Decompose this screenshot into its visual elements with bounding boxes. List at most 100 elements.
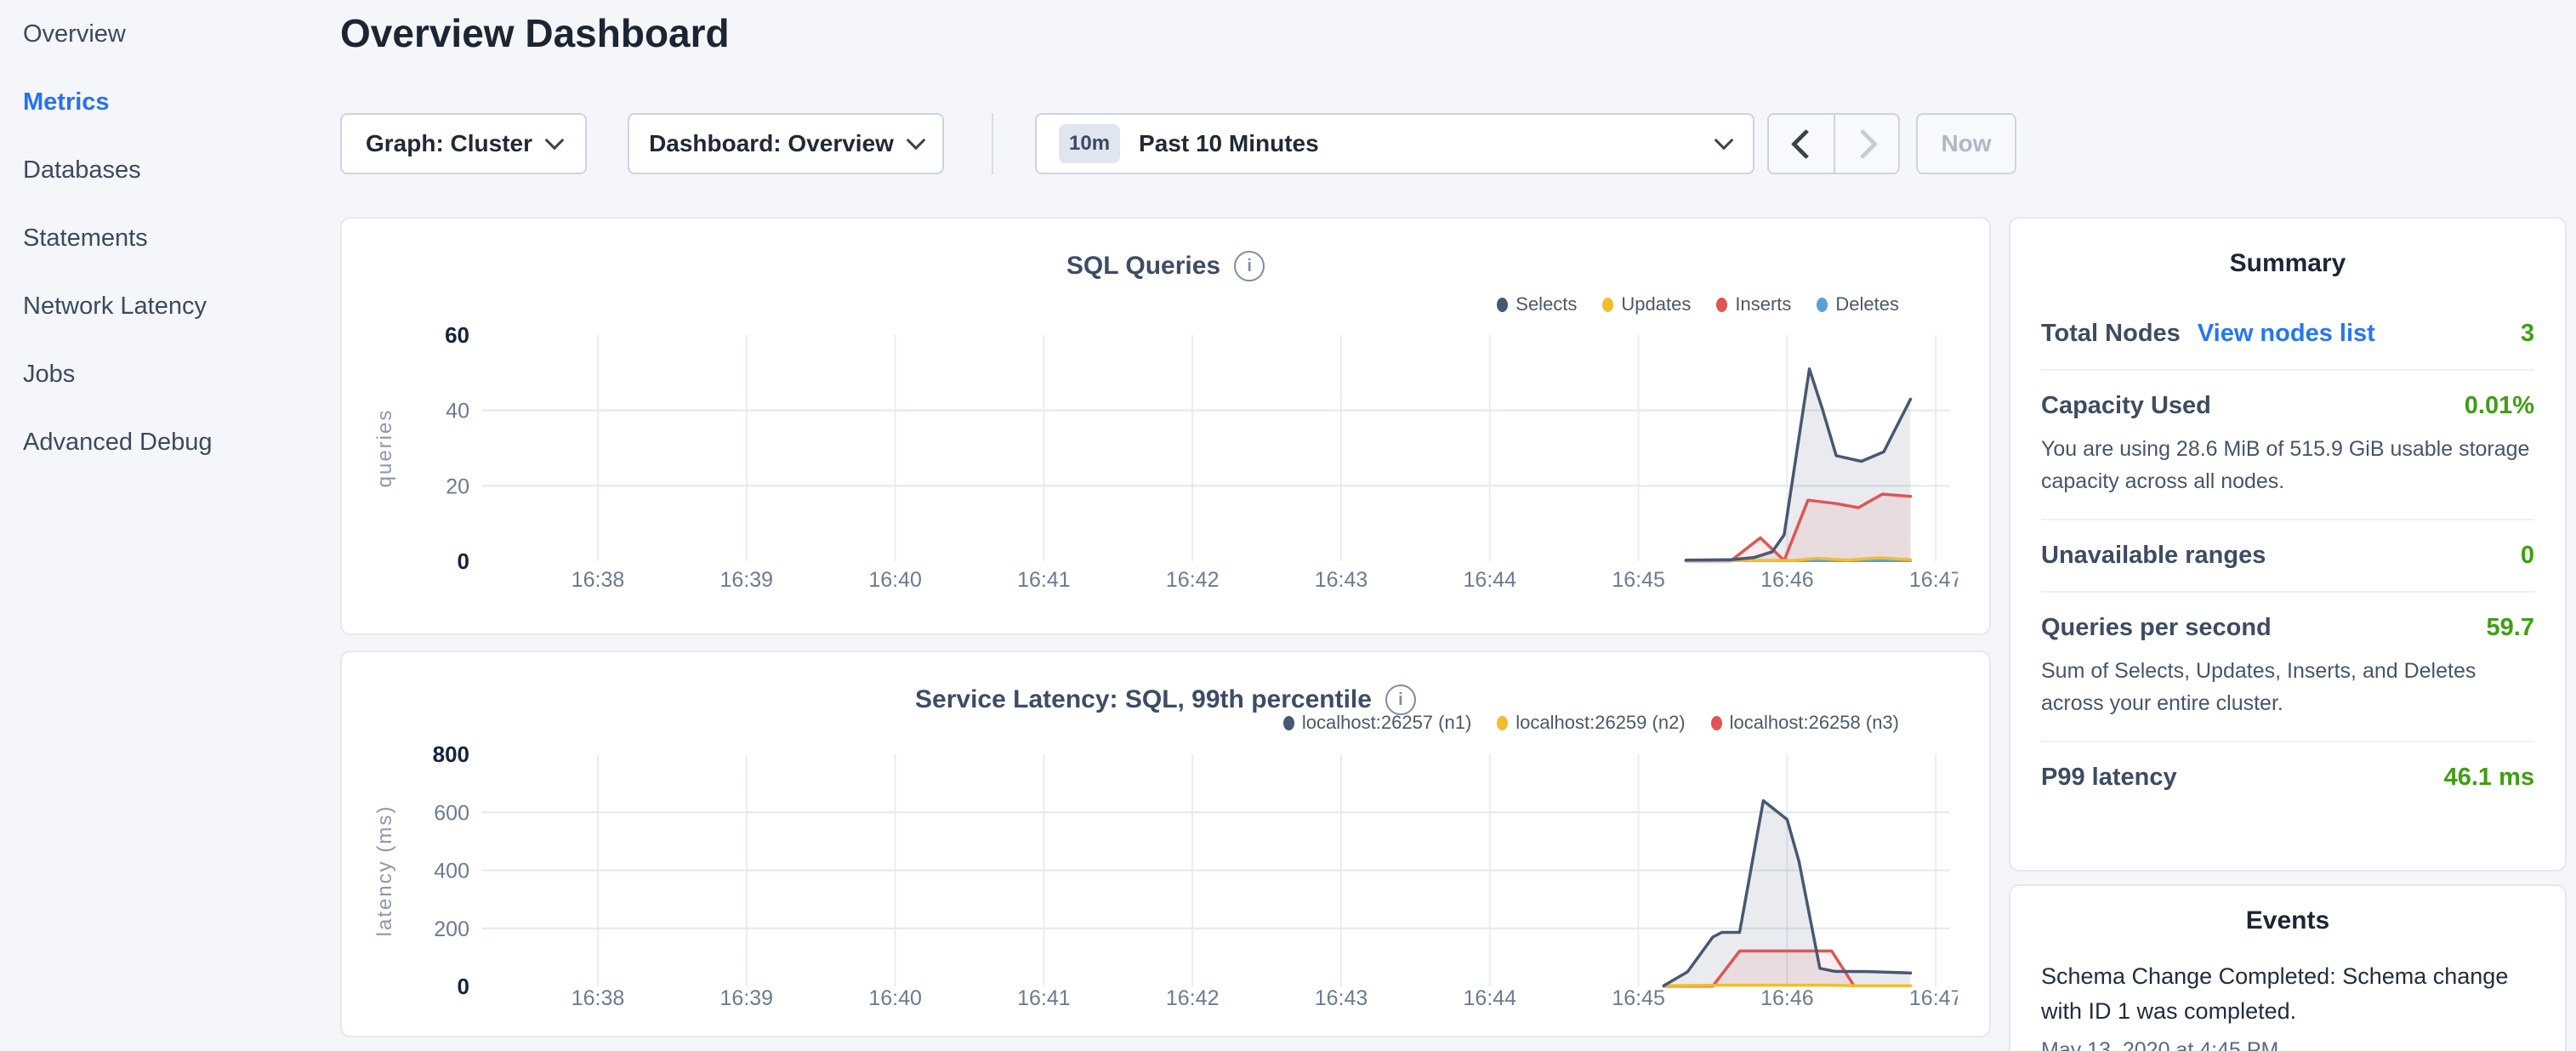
legend-dot-icon bbox=[1497, 716, 1508, 730]
legend-dot-icon bbox=[1497, 298, 1508, 312]
x-tick-label: 16:47 bbox=[1909, 986, 1958, 1010]
event-timestamp: May 13, 2020 at 4:45 PM bbox=[2041, 1038, 2534, 1051]
page-title: Overview Dashboard bbox=[340, 10, 730, 56]
legend-item[interactable]: Updates bbox=[1602, 293, 1691, 315]
info-icon[interactable] bbox=[1385, 685, 1416, 715]
x-tick-label: 16:42 bbox=[1166, 986, 1220, 1010]
y-tick-label: 400 bbox=[434, 860, 469, 883]
chart-legend: Selects Updates Inserts Deletes bbox=[1497, 293, 1899, 315]
stat-desc: You are using 28.6 MiB of 515.9 GiB usab… bbox=[2041, 434, 2534, 497]
legend-item[interactable]: localhost:26259 (n2) bbox=[1497, 712, 1685, 734]
next-time-button[interactable] bbox=[1834, 115, 1898, 173]
chevron-right-icon bbox=[1847, 128, 1877, 158]
legend-label: Deletes bbox=[1835, 293, 1899, 315]
stat-title: Unavailable ranges bbox=[2041, 542, 2266, 570]
service-latency-chart-card: Service Latency: SQL, 99th percentile lo… bbox=[340, 650, 1991, 1037]
summary-stat-row: Queries per second59.7Sum of Selects, Up… bbox=[2041, 591, 2534, 741]
x-tick-label: 16:47 bbox=[1909, 568, 1958, 592]
y-tick-label: 200 bbox=[434, 917, 469, 941]
events-panel: Events Schema Change Completed: Schema c… bbox=[2009, 884, 2567, 1051]
x-tick-label: 16:40 bbox=[868, 986, 922, 1010]
summary-stat-row: Total NodesView nodes list3 bbox=[2041, 298, 2534, 369]
controls-bar: Graph: Cluster Dashboard: Overview 10m P… bbox=[340, 113, 2016, 174]
y-tick-label: 40 bbox=[446, 400, 469, 423]
summary-stat-row: Unavailable ranges 0 bbox=[2041, 519, 2534, 591]
dashboard-dropdown[interactable]: Dashboard: Overview bbox=[628, 113, 944, 174]
events-list: Schema Change Completed: Schema change w… bbox=[2041, 959, 2534, 1051]
graph-dropdown-label: Graph: Cluster bbox=[366, 130, 532, 157]
now-button[interactable]: Now bbox=[1916, 113, 2016, 174]
sql-queries-plot[interactable]: 16:3816:3916:4016:4116:4216:4316:4416:45… bbox=[359, 321, 1958, 603]
sidebar-item-statements[interactable]: Statements bbox=[0, 204, 340, 272]
y-tick-label: 0 bbox=[458, 974, 469, 999]
legend-dot-icon bbox=[1602, 298, 1613, 312]
graph-dropdown[interactable]: Graph: Cluster bbox=[340, 113, 587, 174]
y-tick-label: 800 bbox=[433, 746, 469, 767]
summary-stat-row: P99 latency46.1 ms bbox=[2041, 741, 2534, 813]
stat-head: Unavailable ranges 0 bbox=[2041, 542, 2534, 570]
prev-time-button[interactable] bbox=[1769, 115, 1834, 173]
x-tick-label: 16:41 bbox=[1017, 568, 1071, 592]
x-tick-label: 16:44 bbox=[1464, 986, 1517, 1010]
view-nodes-link[interactable]: View nodes list bbox=[2198, 320, 2375, 348]
info-icon[interactable] bbox=[1234, 251, 1265, 281]
chart-title: SQL Queries bbox=[1066, 252, 1220, 281]
x-tick-label: 16:44 bbox=[1464, 568, 1517, 592]
legend-dot-icon bbox=[1817, 298, 1828, 312]
legend-item[interactable]: localhost:26257 (n1) bbox=[1283, 712, 1471, 734]
chart-title-row: SQL Queries bbox=[342, 251, 1989, 281]
y-axis-label: latency (ms) bbox=[373, 805, 396, 937]
y-tick-label: 60 bbox=[445, 322, 469, 348]
sidebar-item-databases[interactable]: Databases bbox=[0, 136, 340, 204]
legend-label: localhost:26258 (n3) bbox=[1730, 712, 1899, 734]
x-tick-label: 16:41 bbox=[1017, 986, 1071, 1010]
time-range-selector[interactable]: 10m Past 10 Minutes bbox=[1035, 113, 1754, 174]
stat-title: Capacity Used bbox=[2041, 392, 2211, 420]
legend-label: Inserts bbox=[1735, 293, 1791, 315]
event-item[interactable]: Schema Change Completed: Schema change w… bbox=[2041, 959, 2534, 1051]
chevron-down-icon bbox=[1714, 131, 1734, 151]
x-tick-label: 16:45 bbox=[1612, 568, 1665, 592]
events-title: Events bbox=[2041, 886, 2534, 935]
summary-panel: Summary Total NodesView nodes list3Capac… bbox=[2009, 217, 2567, 872]
stat-value: 0 bbox=[2521, 542, 2534, 570]
legend-label: localhost:26259 (n2) bbox=[1515, 712, 1685, 734]
app-root: OverviewMetricsDatabasesStatementsNetwor… bbox=[0, 0, 2576, 1051]
x-tick-label: 16:39 bbox=[720, 568, 774, 592]
sidebar-item-jobs[interactable]: Jobs bbox=[0, 340, 340, 408]
x-tick-label: 16:38 bbox=[571, 986, 625, 1010]
time-range-label: Past 10 Minutes bbox=[1139, 130, 1319, 157]
x-tick-label: 16:39 bbox=[720, 986, 774, 1010]
service-latency-plot[interactable]: 16:3816:3916:4016:4116:4216:4316:4416:45… bbox=[359, 746, 1958, 1028]
stat-head: Total NodesView nodes list3 bbox=[2041, 320, 2534, 348]
legend-item[interactable]: Inserts bbox=[1716, 293, 1791, 315]
legend-item[interactable]: Deletes bbox=[1817, 293, 1899, 315]
sidebar-item-network-latency[interactable]: Network Latency bbox=[0, 272, 340, 340]
sidebar: OverviewMetricsDatabasesStatementsNetwor… bbox=[0, 0, 340, 476]
stat-head: P99 latency46.1 ms bbox=[2041, 764, 2534, 792]
x-tick-label: 16:40 bbox=[868, 568, 922, 592]
chevron-left-icon bbox=[1790, 128, 1820, 158]
summary-stat-row: Capacity Used0.01% You are using 28.6 MiB… bbox=[2041, 369, 2534, 519]
time-window-badge: 10m bbox=[1059, 124, 1120, 163]
x-tick-label: 16:38 bbox=[571, 568, 625, 592]
legend-dot-icon bbox=[1283, 716, 1294, 730]
legend-item[interactable]: Selects bbox=[1497, 293, 1577, 315]
controls-divider bbox=[992, 113, 993, 174]
legend-label: Selects bbox=[1515, 293, 1577, 315]
legend-dot-icon bbox=[1716, 298, 1727, 312]
stat-head: Capacity Used0.01% bbox=[2041, 392, 2534, 420]
sidebar-item-metrics[interactable]: Metrics bbox=[0, 68, 340, 136]
legend-item[interactable]: localhost:26258 (n3) bbox=[1711, 712, 1899, 734]
y-tick-label: 20 bbox=[446, 474, 469, 498]
event-message: Schema Change Completed: Schema change w… bbox=[2041, 959, 2534, 1028]
summary-rows: Total NodesView nodes list3 Capacity Used… bbox=[2041, 298, 2534, 813]
legend-dot-icon bbox=[1711, 716, 1722, 730]
y-tick-label: 0 bbox=[458, 548, 469, 574]
sidebar-item-overview[interactable]: Overview bbox=[0, 0, 340, 68]
chart-title: Service Latency: SQL, 99th percentile bbox=[915, 685, 1372, 714]
sidebar-item-advanced-debug[interactable]: Advanced Debug bbox=[0, 408, 340, 476]
x-tick-label: 16:43 bbox=[1315, 568, 1368, 592]
chevron-down-icon bbox=[907, 131, 926, 151]
x-tick-label: 16:46 bbox=[1760, 568, 1814, 592]
